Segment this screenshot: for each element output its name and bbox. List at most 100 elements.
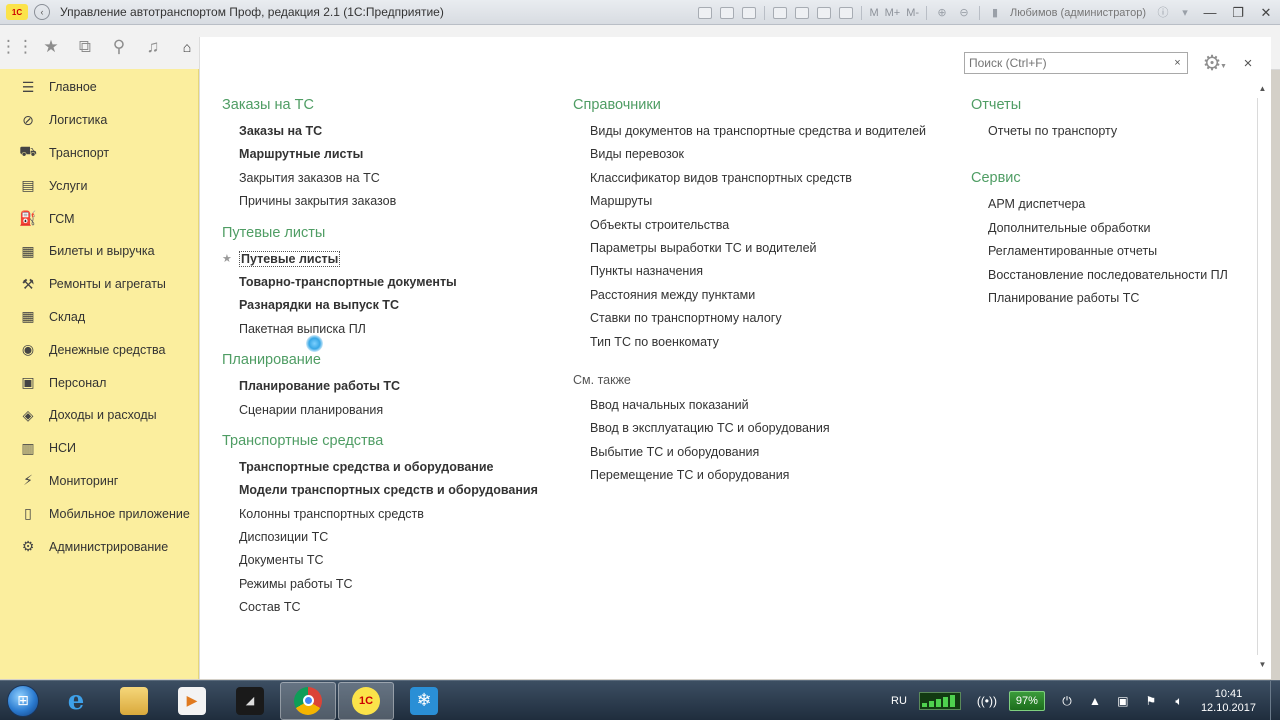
sidebar-item-mobile[interactable]: ▯ Мобильное приложение xyxy=(0,497,198,530)
taskbar-media[interactable]: ▶ xyxy=(164,682,220,720)
link-item[interactable]: Виды документов на транспортные средства… xyxy=(573,120,926,143)
link-item[interactable]: Планирование работы ТС xyxy=(971,287,1228,310)
bell-icon[interactable]: ♫ xyxy=(136,30,170,64)
favorite-star-icon[interactable]: ★ xyxy=(222,248,232,271)
link-item[interactable]: Параметры выработки ТС и водителей xyxy=(573,237,926,260)
zoom-in-icon[interactable]: ⊕ xyxy=(935,7,949,19)
scroll-thumb[interactable] xyxy=(1257,98,1268,655)
start-button[interactable]: ⊞ xyxy=(0,681,46,720)
section-title[interactable]: Планирование xyxy=(222,348,538,372)
sidebar-item-services[interactable]: ▤ Услуги xyxy=(0,169,198,202)
restore-button[interactable]: ❐ xyxy=(1224,0,1252,25)
favorites-star-icon[interactable]: ★ xyxy=(34,30,68,64)
taskbar-ie[interactable]: e xyxy=(48,682,104,720)
taskbar-chrome[interactable] xyxy=(280,681,336,720)
show-desktop-button[interactable] xyxy=(1270,681,1280,720)
apps-grid-icon[interactable]: ⋮⋮ xyxy=(0,30,34,64)
link-item[interactable]: Товарно-транспортные документы xyxy=(222,271,538,294)
sidebar-item-logistics[interactable]: ⊘ Логистика xyxy=(0,104,198,137)
close-section-button[interactable]: × xyxy=(1239,53,1257,73)
close-window-button[interactable]: ✕ xyxy=(1252,0,1280,25)
sidebar-item-main[interactable]: ☰ Главное xyxy=(0,71,198,104)
history-icon[interactable]: ⧉ xyxy=(68,30,102,64)
link-item[interactable]: Ввод в эксплуатацию ТС и оборудования xyxy=(573,417,926,440)
m-plus-button[interactable]: M+ xyxy=(885,7,901,19)
zoom-out-icon[interactable]: ⊖ xyxy=(957,7,971,19)
section-title[interactable]: Транспортные средства xyxy=(222,429,538,453)
calendar-icon[interactable] xyxy=(817,6,832,19)
back-circle-icon[interactable]: ‹ xyxy=(34,4,50,20)
sidebar-item-tickets[interactable]: ▦ Билеты и выручка xyxy=(0,235,198,268)
dropdown-icon[interactable]: ▾ xyxy=(1178,7,1192,19)
link-item[interactable]: Восстановление последовательности ПЛ xyxy=(971,264,1228,287)
language-indicator[interactable]: RU xyxy=(891,695,907,707)
battery-indicator[interactable]: 97% xyxy=(1008,691,1045,711)
flag-icon[interactable]: ⚑ xyxy=(1142,692,1160,710)
link-item[interactable]: Маршруты xyxy=(573,190,926,213)
link-item[interactable]: Классификатор видов транспортных средств xyxy=(573,167,926,190)
section-title[interactable]: Сервис xyxy=(971,166,1228,190)
link-icon[interactable] xyxy=(773,6,788,19)
sidebar-item-monitoring[interactable]: ⚡ Мониторинг xyxy=(0,465,198,498)
wireless-icon[interactable]: ((•)) xyxy=(977,692,997,710)
link-item[interactable]: Ввод начальных показаний xyxy=(573,394,926,417)
link-item[interactable]: Пункты назначения xyxy=(573,260,926,283)
sidebar-item-income[interactable]: ◈ Доходы и расходы xyxy=(0,399,198,432)
link-item[interactable]: Транспортные средства и оборудование xyxy=(222,456,538,479)
link-item[interactable]: Причины закрытия заказов xyxy=(222,190,538,213)
minimize-button[interactable]: — xyxy=(1196,0,1224,25)
taskbar-recorder[interactable]: ◢ xyxy=(222,682,278,720)
section-title[interactable]: Заказы на ТС xyxy=(222,93,538,117)
table-icon[interactable] xyxy=(795,6,810,19)
volume-icon[interactable]: 🔈︎ xyxy=(1170,692,1188,710)
link-item[interactable]: Режимы работы ТС xyxy=(222,573,538,596)
link-item[interactable]: Сценарии планирования xyxy=(222,399,538,422)
search-clear-button[interactable]: × xyxy=(1168,52,1188,74)
link-item[interactable]: Маршрутные листы xyxy=(222,143,538,166)
link-item[interactable]: Планирование работы ТС xyxy=(222,375,538,398)
link-item[interactable]: Ставки по транспортному налогу xyxy=(573,307,926,330)
show-hidden-icons[interactable]: ▲ xyxy=(1086,692,1104,710)
link-item[interactable]: Регламентированные отчеты xyxy=(971,240,1228,263)
m-minus-button[interactable]: M- xyxy=(906,7,919,19)
security-icon[interactable]: ▣ xyxy=(1114,692,1132,710)
link-item[interactable]: Расстояния между пунктами xyxy=(573,284,926,307)
link-item[interactable]: Модели транспортных средств и оборудован… xyxy=(222,479,538,502)
taskbar-snowflake-app[interactable]: ❄ xyxy=(396,682,452,720)
power-plug-icon[interactable]: ⏻ xyxy=(1058,692,1076,710)
section-title[interactable]: Отчеты xyxy=(971,93,1228,117)
link-item[interactable]: Виды перевозок xyxy=(573,143,926,166)
sidebar-item-admin[interactable]: ⚙ Администрирование xyxy=(0,530,198,563)
link-item[interactable]: Тип ТС по военкомату xyxy=(573,331,926,354)
sidebar-item-fuel[interactable]: ⛽ ГСМ xyxy=(0,202,198,235)
info-icon[interactable]: ⓘ xyxy=(1156,7,1170,19)
vertical-scrollbar[interactable]: ▲ ▼ xyxy=(1255,82,1270,672)
search-icon[interactable]: ⚲ xyxy=(102,30,136,64)
save-icon[interactable] xyxy=(720,6,735,19)
current-user[interactable]: Любимов (администратор) xyxy=(1010,7,1146,19)
network-signal-icon[interactable] xyxy=(918,692,961,710)
link-item[interactable]: Пакетная выписка ПЛ xyxy=(222,318,538,341)
link-item[interactable]: Состав ТС xyxy=(222,596,538,619)
sidebar-item-warehouse[interactable]: ▦ Склад xyxy=(0,301,198,334)
link-item[interactable]: Отчеты по транспорту xyxy=(971,120,1228,143)
link-item[interactable]: Выбытие ТС и оборудования xyxy=(573,441,926,464)
link-item[interactable]: АРМ диспетчера xyxy=(971,193,1228,216)
link-item[interactable]: Дополнительные обработки xyxy=(971,217,1228,240)
preview-icon[interactable] xyxy=(742,6,757,19)
m-button[interactable]: M xyxy=(869,7,878,19)
link-item[interactable]: Перемещение ТС и оборудования xyxy=(573,464,926,487)
link-item[interactable]: Колонны транспортных средств xyxy=(222,503,538,526)
section-title[interactable]: Путевые листы xyxy=(222,221,538,245)
search-input[interactable] xyxy=(964,52,1169,74)
link-item[interactable]: Заказы на ТС xyxy=(222,120,538,143)
sidebar-item-money[interactable]: ◉ Денежные средства xyxy=(0,333,198,366)
scroll-up-icon[interactable]: ▲ xyxy=(1255,82,1270,96)
print-icon[interactable] xyxy=(698,6,713,19)
clock[interactable]: 10:41 12.10.2017 xyxy=(1201,687,1256,715)
link-item[interactable]: Закрытия заказов на ТС xyxy=(222,167,538,190)
link-item[interactable]: Документы ТС xyxy=(222,549,538,572)
sidebar-item-nsi[interactable]: ▥ НСИ xyxy=(0,432,198,465)
link-item[interactable]: Разнарядки на выпуск ТС xyxy=(222,294,538,317)
1c-logo-icon[interactable]: 1С xyxy=(6,4,28,20)
